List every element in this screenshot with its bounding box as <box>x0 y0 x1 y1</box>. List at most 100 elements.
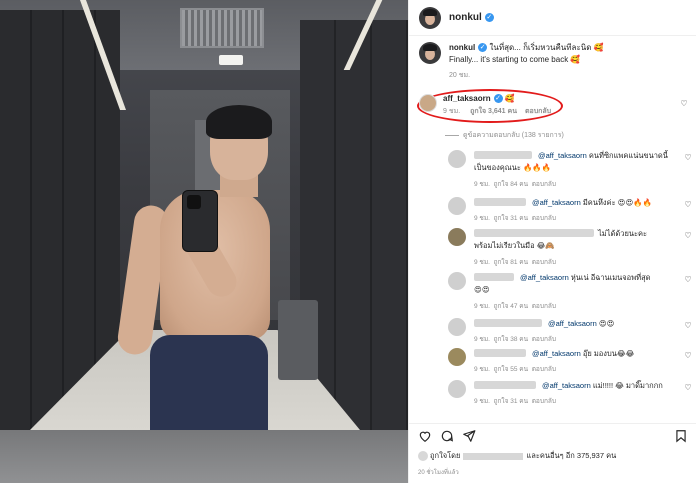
reply-meta: 9 ชม. ถูกใจ 47 คน ตอบกลับ <box>474 301 556 311</box>
heart-icon[interactable]: ♡ <box>683 153 693 162</box>
reply-button[interactable]: ตอบกลับ <box>532 215 556 222</box>
heart-icon[interactable]: ♡ <box>683 231 693 240</box>
mention-link[interactable]: @aff_taksaorn <box>548 319 597 328</box>
reply-avatar[interactable] <box>448 348 466 366</box>
mention-link[interactable]: @aff_taksaorn <box>520 273 569 282</box>
likes-summary[interactable]: ถูกใจโดย และคนอื่นๆ อีก 375,937 คน <box>418 450 616 462</box>
post-header: nonkul ✓ <box>409 0 696 36</box>
author-avatar[interactable] <box>419 6 441 29</box>
liker-avatar <box>418 451 428 462</box>
reply-text: @aff_taksaorn มีคนหึงค่ะ 😍😍🔥🔥 <box>532 197 652 208</box>
reply-likes[interactable]: ถูกใจ 31 คน <box>494 215 529 222</box>
reply-avatar[interactable] <box>448 150 466 168</box>
caption-text-en: Finally... it's starting to come back 🥰 <box>449 55 581 64</box>
reply-text-line2: เป็นของคุณนะ 🔥🔥🔥 <box>474 163 551 172</box>
reply-meta: 9 ชม. ถูกใจ 31 คน ตอบกลับ <box>474 213 556 223</box>
caption-text: ในที่สุด... ก็เริ่มหวนคืนทีละนิด 🥰 <box>489 43 604 52</box>
mention-link[interactable]: @aff_taksaorn <box>532 349 581 358</box>
reply-time: 9 ชม. <box>474 303 490 310</box>
reply-button[interactable]: ตอบกลับ <box>532 366 556 373</box>
blurred-username <box>474 349 526 357</box>
reply-meta: 9 ชม. ถูกใจ 38 คน ตอบกลับ <box>474 334 556 344</box>
reply-text: @aff_taksaorn หุ่นเน่ อีฉานเมนจอพที่สุด <box>520 272 651 283</box>
reply-text: @aff_taksaorn แม่!!!!! 😂 มาดิ๊มากกก <box>542 380 663 391</box>
blurred-username <box>474 381 536 389</box>
heart-icon[interactable]: ♡ <box>683 321 693 330</box>
reply-text-line1: 😍😍 <box>598 319 615 328</box>
caption-avatar[interactable] <box>419 42 441 64</box>
reply-button[interactable]: ตอบกลับ <box>532 398 556 405</box>
reply-text-line1: คนที่ซิกแพคแน่นขนาดนี้ <box>588 151 668 160</box>
reply-text: @aff_taksaorn คนที่ซิกแพคแน่นขนาดนี้ <box>538 150 668 161</box>
view-replies-link[interactable]: ดูข้อความตอบกลับ (138 รายการ) <box>445 130 564 141</box>
reply-button[interactable]: ตอบกลับ <box>532 181 556 188</box>
mention-link[interactable]: @aff_taksaorn <box>542 381 591 390</box>
post-caption: nonkul ✓ ในที่สุด... ก็เริ่มหวนคืนทีละนิด… <box>419 42 689 82</box>
trash-bin <box>278 300 318 380</box>
bookmark-icon[interactable] <box>674 429 688 443</box>
author-username[interactable]: nonkul <box>449 12 482 23</box>
reply-text-line1: แม่!!!!! 😂 มาดิ๊มากกก <box>592 381 663 390</box>
reply-likes[interactable]: ถูกใจ 81 คน <box>494 259 529 266</box>
mention-link[interactable]: @aff_taksaorn <box>538 151 587 160</box>
action-bar <box>408 423 696 445</box>
reply-meta: 9 ชม. ถูกใจ 81 คน ตอบกลับ <box>474 257 556 267</box>
reply-text-line1: อุ๊ย มองบน😂😂 <box>582 349 635 358</box>
reply-time: 9 ชม. <box>474 181 490 188</box>
reply-time: 9 ชม. <box>474 366 490 373</box>
reply-button[interactable]: ตอบกลับ <box>532 336 556 343</box>
post-photo[interactable] <box>0 0 408 483</box>
ceiling-light <box>219 55 243 65</box>
reply-avatar[interactable] <box>448 272 466 290</box>
reply-time: 9 ชม. <box>474 398 490 405</box>
list-item: @aff_taksaorn 😍😍 9 ชม. ถูกใจ 38 คน ตอบกล… <box>448 318 692 344</box>
reply-button[interactable]: ตอบกลับ <box>532 259 556 266</box>
reply-text-line1: หุ่นเน่ อีฉานเมนจอพที่สุด <box>570 273 651 282</box>
reply-time: 9 ชม. <box>474 215 490 222</box>
list-item: @aff_taksaorn แม่!!!!! 😂 มาดิ๊มากกก 9 ชม… <box>448 380 692 406</box>
reply-likes[interactable]: ถูกใจ 47 คน <box>494 303 529 310</box>
reply-avatar[interactable] <box>448 380 466 398</box>
reply-avatar[interactable] <box>448 318 466 336</box>
blurred-username <box>474 319 542 327</box>
verified-icon: ✓ <box>478 43 488 53</box>
reply-text-line1: ไม่ได้ด้วยนะคะ <box>598 229 648 238</box>
reply-text-line2: พร้อมไม่เรียวในมือ 😂🙈 <box>474 241 555 250</box>
share-icon[interactable] <box>462 429 476 443</box>
list-item: @aff_taksaorn อุ๊ย มองบน😂😂 9 ชม. ถูกใจ 5… <box>448 348 692 374</box>
reply-avatar[interactable] <box>448 197 466 215</box>
reply-text: @aff_taksaorn 😍😍 <box>548 318 615 329</box>
list-item: @aff_taksaorn หุ่นเน่ อีฉานเมนจอพที่สุด … <box>448 272 692 312</box>
heart-icon[interactable]: ♡ <box>683 200 693 209</box>
photo-bottom-frame <box>0 430 408 483</box>
heart-icon[interactable]: ♡ <box>683 383 693 392</box>
mention-link[interactable]: @aff_taksaorn <box>532 198 581 207</box>
reply-time: 9 ชม. <box>474 259 490 266</box>
likes-prefix: ถูกใจโดย <box>430 451 461 460</box>
reply-likes[interactable]: ถูกใจ 31 คน <box>494 398 529 405</box>
reply-likes[interactable]: ถูกใจ 84 คน <box>494 181 529 188</box>
commenter-avatar[interactable] <box>419 94 437 112</box>
reply-likes[interactable]: ถูกใจ 55 คน <box>494 366 529 373</box>
blurred-username <box>474 229 594 237</box>
reply-text-line1: มีคนหึงค่ะ 😍😍🔥🔥 <box>582 198 652 207</box>
highlight-ring <box>417 89 563 123</box>
heart-icon[interactable] <box>418 429 432 443</box>
caption-username[interactable]: nonkul <box>449 43 475 52</box>
heart-icon[interactable]: ♡ <box>683 275 693 284</box>
ceiling-vent <box>180 8 264 48</box>
list-item: ไม่ได้ด้วยนะคะ พร้อมไม่เรียวในมือ 😂🙈 9 ช… <box>448 228 692 268</box>
heart-icon[interactable]: ♡ <box>679 99 689 108</box>
blurred-liker <box>463 452 524 460</box>
verified-icon: ✓ <box>484 13 494 22</box>
comment-icon[interactable] <box>440 429 454 443</box>
reply-text: @aff_taksaorn อุ๊ย มองบน😂😂 <box>532 348 634 359</box>
heart-icon[interactable]: ♡ <box>683 351 693 360</box>
blurred-username <box>474 151 532 159</box>
reply-avatar[interactable] <box>448 228 466 246</box>
list-item: @aff_taksaorn คนที่ซิกแพคแน่นขนาดนี้ เป็… <box>448 150 692 190</box>
reply-button[interactable]: ตอบกลับ <box>532 303 556 310</box>
reply-likes[interactable]: ถูกใจ 38 คน <box>494 336 529 343</box>
blurred-username <box>474 273 514 281</box>
phone-camera <box>187 195 201 209</box>
